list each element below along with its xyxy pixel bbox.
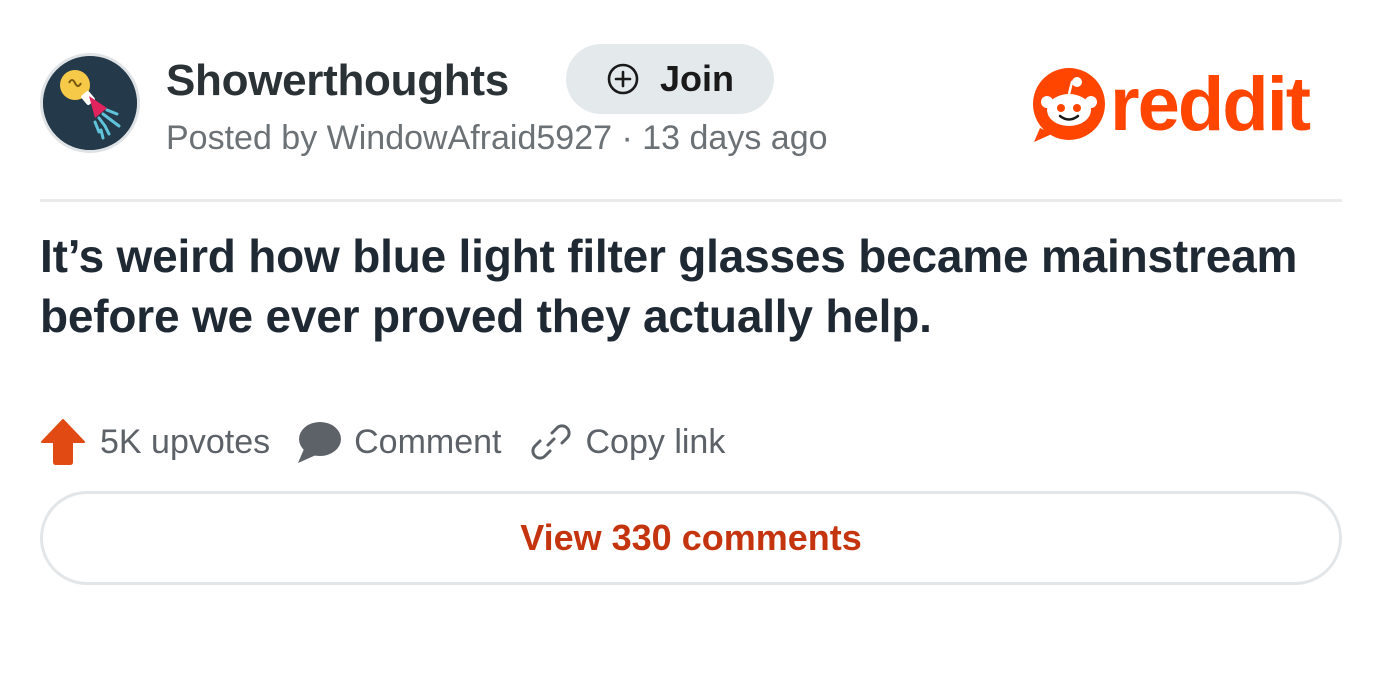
view-comments-label: View 330 comments xyxy=(520,517,862,558)
upvotes-label: 5K upvotes xyxy=(100,422,271,461)
join-label: Join xyxy=(659,58,734,99)
reddit-logo[interactable]: reddit xyxy=(1030,62,1311,147)
view-comments-button[interactable]: View 330 comments xyxy=(40,491,1342,585)
reddit-wordmark: reddit xyxy=(1110,62,1311,147)
subreddit-avatar[interactable] xyxy=(40,53,140,153)
copy-link-label: Copy link xyxy=(585,422,726,461)
plus-circle-icon xyxy=(607,63,639,95)
upvote-arrow-icon xyxy=(41,419,85,465)
post-title[interactable]: It’s weird how blue light filter glasses… xyxy=(40,226,1340,346)
post-meta: Posted by WindowAfraid5927 · 13 days ago xyxy=(166,119,828,157)
lightbulb-shower-icon xyxy=(43,56,137,150)
copy-link-button[interactable]: Copy link xyxy=(530,421,726,463)
join-button[interactable]: Join xyxy=(566,44,774,114)
snoo-icon xyxy=(1033,68,1105,142)
link-chain-icon xyxy=(530,424,571,460)
upvote-button[interactable]: 5K upvotes xyxy=(40,418,270,466)
speech-bubble-icon xyxy=(298,422,342,463)
subreddit-name[interactable]: Showerthoughts xyxy=(166,56,509,106)
header-divider xyxy=(40,199,1342,202)
comment-button[interactable]: Comment xyxy=(294,419,502,465)
post-actions: 5K upvotes Comment Copy link xyxy=(40,416,725,468)
comment-label: Comment xyxy=(354,422,502,461)
